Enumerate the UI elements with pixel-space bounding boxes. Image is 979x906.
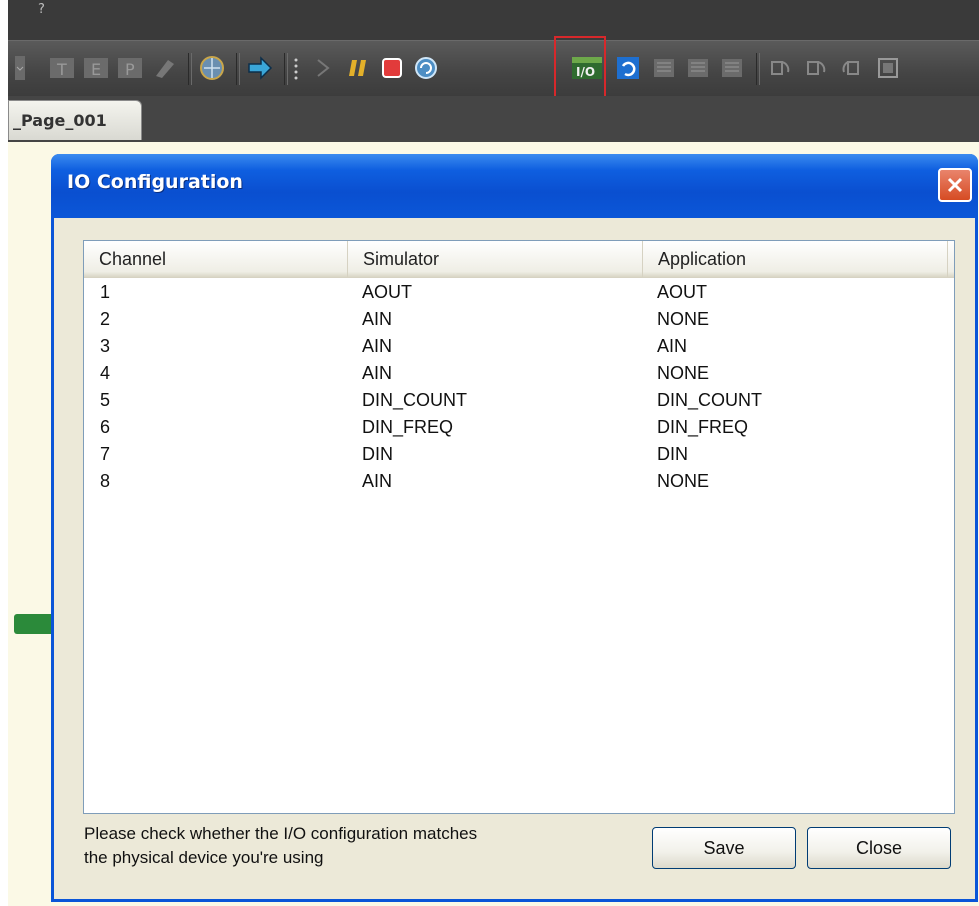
toolbar-separator <box>284 53 288 85</box>
e-icon[interactable]: E <box>82 54 110 82</box>
refresh-icon[interactable] <box>412 54 440 82</box>
cell-simulator: AOUT <box>362 282 413 302</box>
cell-application: DIN <box>657 444 688 464</box>
cell-channel: 2 <box>100 309 111 329</box>
config-note-line1: Please check whether the I/O configurati… <box>84 824 478 843</box>
cell-application: NONE <box>657 363 710 383</box>
cell-simulator: AIN <box>362 336 393 356</box>
indent-icon[interactable] <box>650 54 678 82</box>
svg-text:E: E <box>91 60 101 79</box>
pause-icon[interactable] <box>344 54 372 82</box>
cell-channel: 4 <box>100 363 111 383</box>
table-row[interactable]: 7 DIN DIN <box>84 441 954 468</box>
globe-icon[interactable] <box>198 54 226 82</box>
column-header-channel[interactable]: Channel <box>84 241 348 277</box>
toolbar-separator <box>756 53 760 85</box>
t-icon[interactable]: T <box>48 54 76 82</box>
table-row[interactable]: 8 AIN NONE <box>84 468 954 495</box>
cell-simulator: AIN <box>362 309 393 329</box>
tab-strip: _Page_001 <box>8 96 979 142</box>
table-row[interactable]: 2 AIN NONE <box>84 306 954 333</box>
svg-text:T: T <box>56 60 67 79</box>
column-header-simulator[interactable]: Simulator <box>348 241 643 277</box>
dialog-titlebar[interactable]: IO Configuration <box>51 154 978 218</box>
cell-channel: 5 <box>100 390 111 410</box>
list-rows: 1 AOUT AOUT 2 AIN NONE 3 AIN AIN 4 AIN N… <box>84 279 954 495</box>
table-row[interactable]: 6 DIN_FREQ DIN_FREQ <box>84 414 954 441</box>
io-button-highlight <box>554 36 606 98</box>
table-row[interactable]: 5 DIN_COUNT DIN_COUNT <box>84 387 954 414</box>
toolbar-separator <box>188 53 192 85</box>
p-icon[interactable]: P <box>116 54 144 82</box>
save-button[interactable]: Save <box>652 827 796 869</box>
cell-channel: 7 <box>100 444 111 464</box>
table-row[interactable]: 4 AIN NONE <box>84 360 954 387</box>
cell-simulator: AIN <box>362 363 393 383</box>
rotate3-icon[interactable] <box>838 54 866 82</box>
io-channel-list[interactable]: Channel Simulator Application 1 AOUT AOU… <box>83 240 955 814</box>
eraser-icon[interactable] <box>150 54 178 82</box>
cell-simulator: AIN <box>362 471 393 491</box>
cell-application: NONE <box>657 471 710 491</box>
cell-channel: 6 <box>100 417 111 437</box>
svg-text:P: P <box>125 60 135 79</box>
cell-channel: 1 <box>100 282 111 302</box>
column-header-application[interactable]: Application <box>643 241 948 277</box>
step-icon[interactable] <box>310 54 338 82</box>
close-icon[interactable] <box>938 168 972 202</box>
stop-icon[interactable] <box>378 54 406 82</box>
dropdown-arrow-icon[interactable] <box>12 54 28 82</box>
cell-application: NONE <box>657 309 710 329</box>
function-block[interactable] <box>14 614 54 634</box>
list-header: Channel Simulator Application <box>84 241 954 278</box>
toolbar: T E P I/O <box>8 40 979 98</box>
menu-bar: ? <box>8 0 979 40</box>
cell-application: AIN <box>657 336 688 356</box>
fit-icon[interactable] <box>874 54 902 82</box>
grip-icon <box>290 54 302 82</box>
arrow-right-icon[interactable] <box>246 54 274 82</box>
config-note: Please check whether the I/O configurati… <box>84 822 624 870</box>
toolbar-separator <box>236 53 240 85</box>
table-row[interactable]: 3 AIN AIN <box>84 333 954 360</box>
dialog-title: IO Configuration <box>67 171 243 193</box>
undo-icon[interactable] <box>614 54 642 82</box>
cell-channel: 3 <box>100 336 111 356</box>
help-menu[interactable]: ? <box>38 2 45 17</box>
outdent-icon[interactable] <box>684 54 712 82</box>
cell-simulator: DIN_COUNT <box>362 390 468 410</box>
table-row[interactable]: 1 AOUT AOUT <box>84 279 954 306</box>
rotate2-icon[interactable] <box>802 54 830 82</box>
close-button[interactable]: Close <box>807 827 951 869</box>
cell-simulator: DIN <box>362 444 393 464</box>
cell-application: AOUT <box>657 282 708 302</box>
cell-application: DIN_FREQ <box>657 417 749 437</box>
cell-simulator: DIN_FREQ <box>362 417 454 437</box>
cell-channel: 8 <box>100 471 111 491</box>
rotate-icon[interactable] <box>766 54 794 82</box>
tab-page-001[interactable]: _Page_001 <box>8 100 142 140</box>
cell-application: DIN_COUNT <box>657 390 763 410</box>
align-icon[interactable] <box>718 54 746 82</box>
config-note-line2: the physical device you're using <box>84 848 324 867</box>
io-configuration-dialog: IO Configuration Channel Simulator Appli… <box>51 154 978 902</box>
